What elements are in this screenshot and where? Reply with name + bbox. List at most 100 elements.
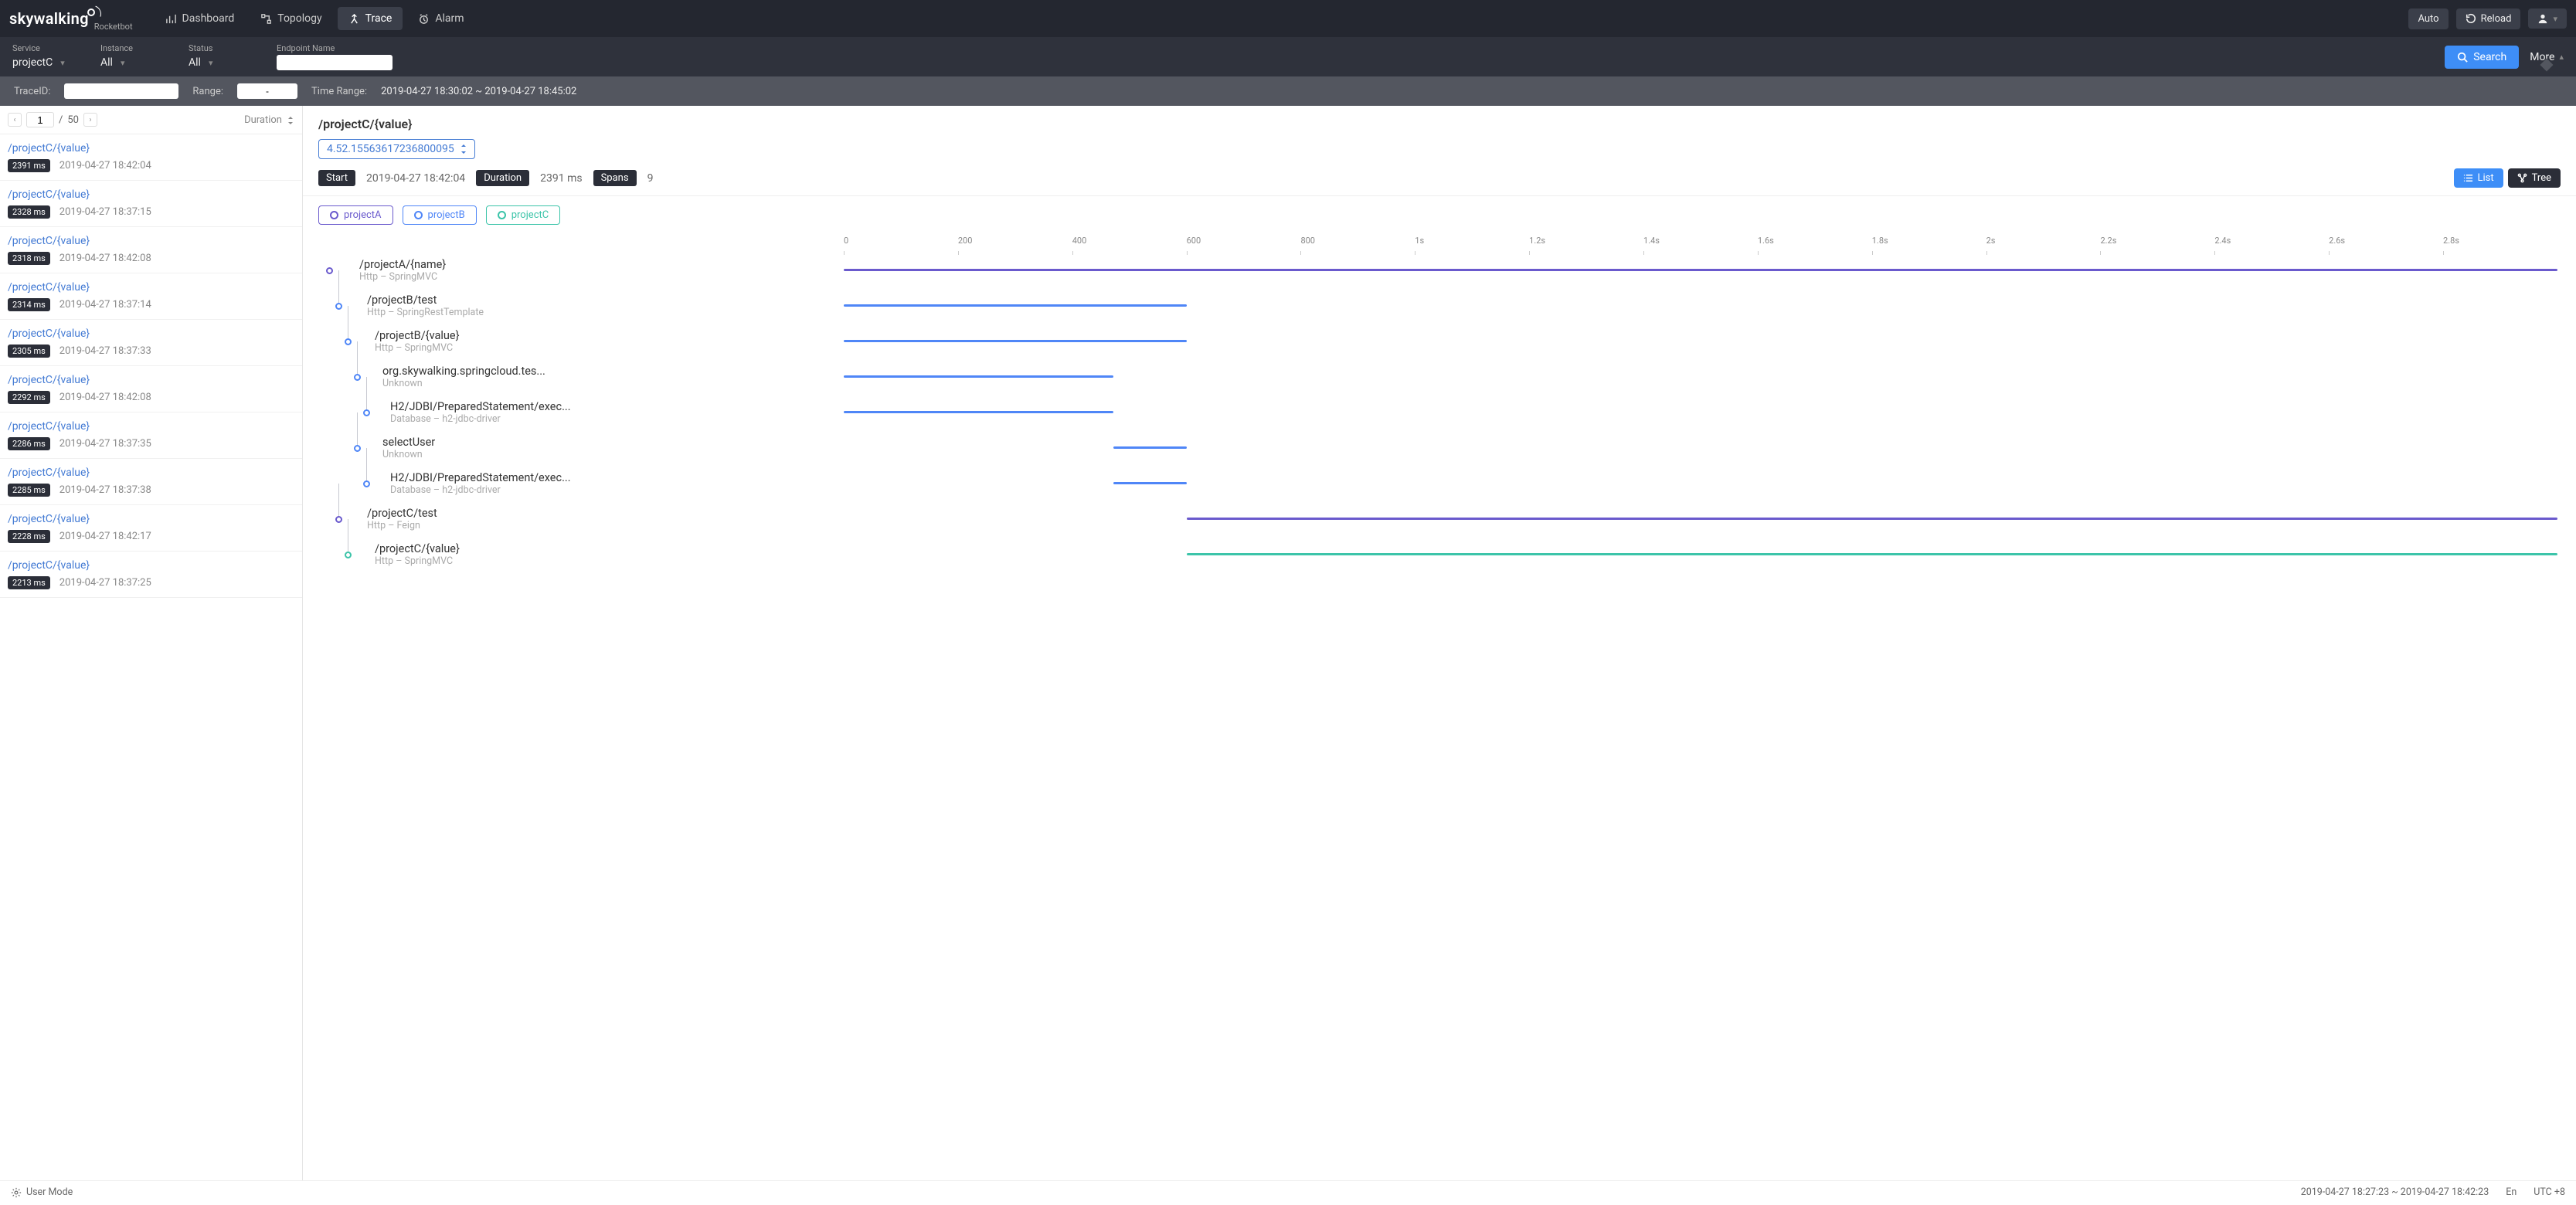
start-label: Start — [326, 172, 348, 184]
trace-item[interactable]: /projectC/{value}2391 ms2019-04-27 18:42… — [0, 134, 302, 181]
span-row[interactable]: /projectC/{value}Http – SpringMVC — [318, 537, 2557, 572]
span-layer: Http – SpringMVC — [375, 342, 460, 354]
axis-tick: 2.8s — [2443, 236, 2557, 253]
trace-item[interactable]: /projectC/{value}2305 ms2019-04-27 18:37… — [0, 320, 302, 366]
trace-detail-panel: /projectC/{value} 4.52.15563617236800095… — [303, 106, 2576, 1180]
nav-tab-trace[interactable]: Trace — [338, 7, 403, 30]
span-name: H2/JDBI/PreparedStatement/exec... — [390, 400, 571, 413]
reload-label: Reload — [2481, 13, 2512, 25]
filter-status[interactable]: Status All ▾ — [189, 43, 263, 70]
filter-service[interactable]: Service projectC ▾ — [12, 43, 87, 70]
trace-list[interactable]: /projectC/{value}2391 ms2019-04-27 18:42… — [0, 134, 302, 1180]
detail-summary: Start 2019-04-27 18:42:04 Duration 2391 … — [318, 168, 2561, 188]
nav-tab-topology[interactable]: Topology — [250, 7, 332, 30]
nav-tab-alarm[interactable]: Alarm — [407, 7, 474, 30]
reload-icon — [2466, 13, 2476, 24]
endpoint-input[interactable] — [277, 55, 393, 70]
span-row[interactable]: /projectB/{value}Http – SpringMVC — [318, 324, 2557, 359]
more-label: More — [2530, 51, 2554, 63]
span-node-icon — [354, 374, 361, 381]
trace-timestamp: 2019-04-27 18:42:04 — [59, 160, 151, 171]
start-value: 2019-04-27 18:42:04 — [366, 172, 465, 185]
chevron-down-icon: ▾ — [2553, 14, 2557, 24]
user-menu-button[interactable]: ▾ — [2528, 8, 2567, 29]
footer: User Mode 2019-04-27 18:27:23 ~ 2019-04-… — [0, 1180, 2576, 1203]
pager-next-button[interactable]: › — [83, 113, 97, 127]
pager: ‹ / 50 › — [8, 112, 97, 127]
sort-label: Duration — [244, 114, 282, 126]
trace-duration: 2328 ms — [8, 205, 50, 219]
span-node-icon — [345, 338, 352, 345]
trace-item[interactable]: /projectC/{value}2286 ms2019-04-27 18:37… — [0, 412, 302, 459]
trace-item[interactable]: /projectC/{value}2292 ms2019-04-27 18:42… — [0, 366, 302, 412]
footer-lang[interactable]: En — [2506, 1186, 2517, 1198]
span-timeline[interactable]: 02004006008001s1.2s1.4s1.6s1.8s2s2.2s2.4… — [303, 229, 2576, 1180]
range-input[interactable] — [237, 83, 297, 99]
user-mode-button[interactable]: User Mode — [26, 1186, 73, 1198]
span-row[interactable]: /projectC/testHttp – Feign — [318, 501, 2557, 537]
span-node-icon — [363, 409, 370, 416]
view-toggle: List Tree — [2454, 168, 2561, 188]
more-button[interactable]: More ▴ — [2530, 51, 2564, 63]
pager-prev-button[interactable]: ‹ — [8, 113, 22, 127]
span-row[interactable]: /projectB/testHttp – SpringRestTemplate — [318, 288, 2557, 324]
span-rows: /projectA/{name}Http – SpringMVC/project… — [318, 253, 2557, 572]
duration-value: 2391 ms — [540, 172, 582, 185]
footer-timerange[interactable]: 2019-04-27 18:27:23 ~ 2019-04-27 18:42:2… — [2301, 1186, 2489, 1198]
legend-chip-projectA[interactable]: projectA — [318, 205, 393, 225]
span-row[interactable]: /projectA/{name}Http – SpringMVC — [318, 253, 2557, 288]
span-row[interactable]: selectUserUnknown — [318, 430, 2557, 466]
auto-button[interactable]: Auto — [2408, 8, 2448, 29]
filter-instance[interactable]: Instance All ▾ — [100, 43, 175, 70]
trace-duration: 2213 ms — [8, 576, 50, 589]
legend-label: projectC — [511, 209, 549, 221]
trace-item[interactable]: /projectC/{value}2213 ms2019-04-27 18:37… — [0, 552, 302, 598]
traceid-input[interactable] — [64, 83, 178, 99]
range-label: Range: — [192, 86, 223, 97]
logo-text: skywalking — [9, 9, 89, 28]
nav-tab-dashboard[interactable]: Dashboard — [155, 7, 246, 30]
span-name: org.skywalking.springcloud.tes... — [382, 365, 545, 378]
spans-value: 9 — [647, 172, 654, 185]
filter-label: Service — [12, 43, 87, 53]
trace-item[interactable]: /projectC/{value}2314 ms2019-04-27 18:37… — [0, 273, 302, 320]
nav-tab-label: Alarm — [435, 12, 464, 25]
span-bar — [844, 340, 1187, 342]
trace-timestamp: 2019-04-27 18:42:08 — [59, 392, 151, 403]
sort-control[interactable]: Duration — [244, 114, 294, 126]
span-row[interactable]: org.skywalking.springcloud.tes...Unknown — [318, 359, 2557, 395]
span-layer: Unknown — [382, 449, 435, 460]
span-bar — [1187, 518, 2557, 520]
trace-item[interactable]: /projectC/{value}2318 ms2019-04-27 18:42… — [0, 227, 302, 273]
view-tree-button[interactable]: Tree — [2508, 168, 2561, 188]
span-node-icon — [354, 445, 361, 452]
span-row[interactable]: H2/JDBI/PreparedStatement/exec...Databas… — [318, 466, 2557, 501]
view-list-label: List — [2478, 172, 2494, 184]
search-button[interactable]: Search — [2445, 46, 2519, 69]
span-name: /projectA/{name} — [359, 258, 446, 271]
traceid-select[interactable]: 4.52.15563617236800095 — [318, 139, 475, 159]
trace-item[interactable]: /projectC/{value}2328 ms2019-04-27 18:37… — [0, 181, 302, 227]
trace-item[interactable]: /projectC/{value}2228 ms2019-04-27 18:42… — [0, 505, 302, 552]
trace-item[interactable]: /projectC/{value}2285 ms2019-04-27 18:37… — [0, 459, 302, 505]
bar-chart-icon — [165, 13, 177, 25]
timerange-value: 2019-04-27 18:30:02 ~ 2019-04-27 18:45:0… — [381, 86, 576, 97]
axis-tick: 1.4s — [1643, 236, 1758, 253]
legend-chip-projectB[interactable]: projectB — [403, 205, 477, 225]
span-bar — [1113, 446, 1187, 449]
axis-tick: 1.2s — [1529, 236, 1643, 253]
legend-dot-icon — [330, 211, 338, 219]
reload-button[interactable]: Reload — [2456, 8, 2521, 29]
footer-tz[interactable]: UTC +8 — [2534, 1186, 2565, 1198]
nav-right: Auto Reload ▾ — [2408, 8, 2567, 29]
page-input[interactable] — [26, 112, 54, 127]
view-list-button[interactable]: List — [2454, 168, 2503, 188]
span-node-icon — [345, 552, 352, 558]
duration-tag: Duration — [476, 170, 529, 186]
legend-chip-projectC[interactable]: projectC — [486, 205, 561, 225]
spans-label: Spans — [601, 172, 629, 184]
span-row[interactable]: H2/JDBI/PreparedStatement/exec...Databas… — [318, 395, 2557, 430]
view-tree-label: Tree — [2532, 172, 2551, 184]
trace-timestamp: 2019-04-27 18:37:25 — [59, 577, 151, 589]
trace-duration: 2391 ms — [8, 159, 50, 172]
